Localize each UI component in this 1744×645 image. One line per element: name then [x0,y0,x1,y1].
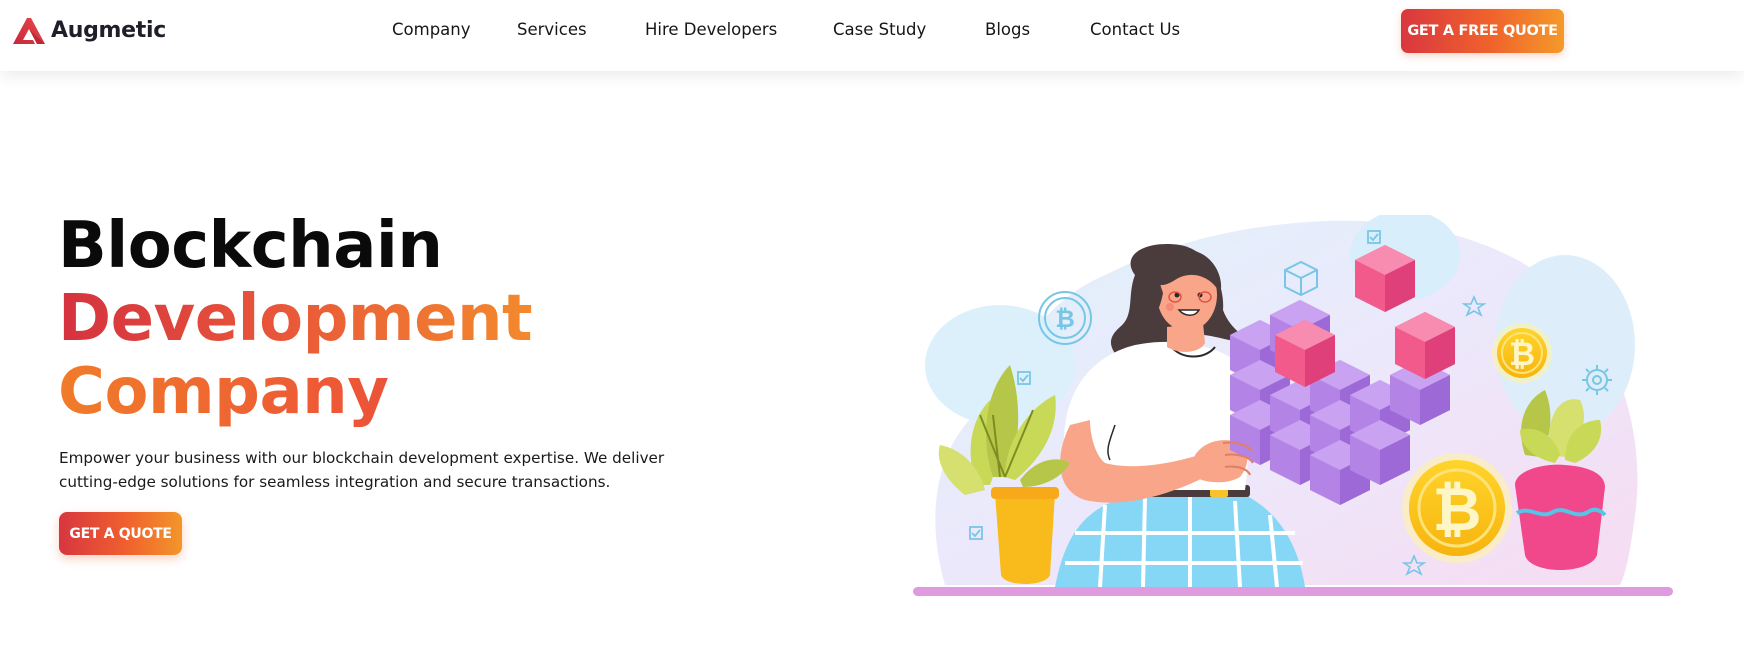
svg-text:₿: ₿ [1433,475,1482,545]
nav-item-contact-us[interactable]: Contact Us [1090,20,1180,39]
nav-item-case-study[interactable]: Case Study [833,20,926,39]
hero-title-line-2: Development [58,282,533,356]
hero-title-line-3: Company [58,356,532,429]
svg-text:₿: ₿ [1055,305,1075,333]
nav-item-blogs[interactable]: Blogs [985,20,1030,39]
nav-item-hire-developers[interactable]: Hire Developers [645,20,777,39]
hero-title-line-1: Blockchain [58,209,443,283]
hero-description: Empower your business with our blockchai… [59,449,665,491]
blockchain-illustration: ₿ ₿ ₿ [913,215,1673,596]
floor-line [913,587,1673,596]
site-header: Augmetic Company Services Hire Developer… [0,0,1744,71]
svg-text:₿: ₿ [1509,335,1535,373]
get-free-quote-button[interactable]: GET A FREE QUOTE [1401,9,1564,53]
hero-title: Blockchain Development Company [58,209,533,429]
bitcoin-coin-small-icon: ₿ [1492,323,1552,383]
get-quote-button[interactable]: GET A QUOTE [59,512,182,555]
bitcoin-coin-large-icon: ₿ [1402,453,1512,563]
nav-item-company[interactable]: Company [392,20,471,39]
nav-item-services[interactable]: Services [517,20,587,39]
